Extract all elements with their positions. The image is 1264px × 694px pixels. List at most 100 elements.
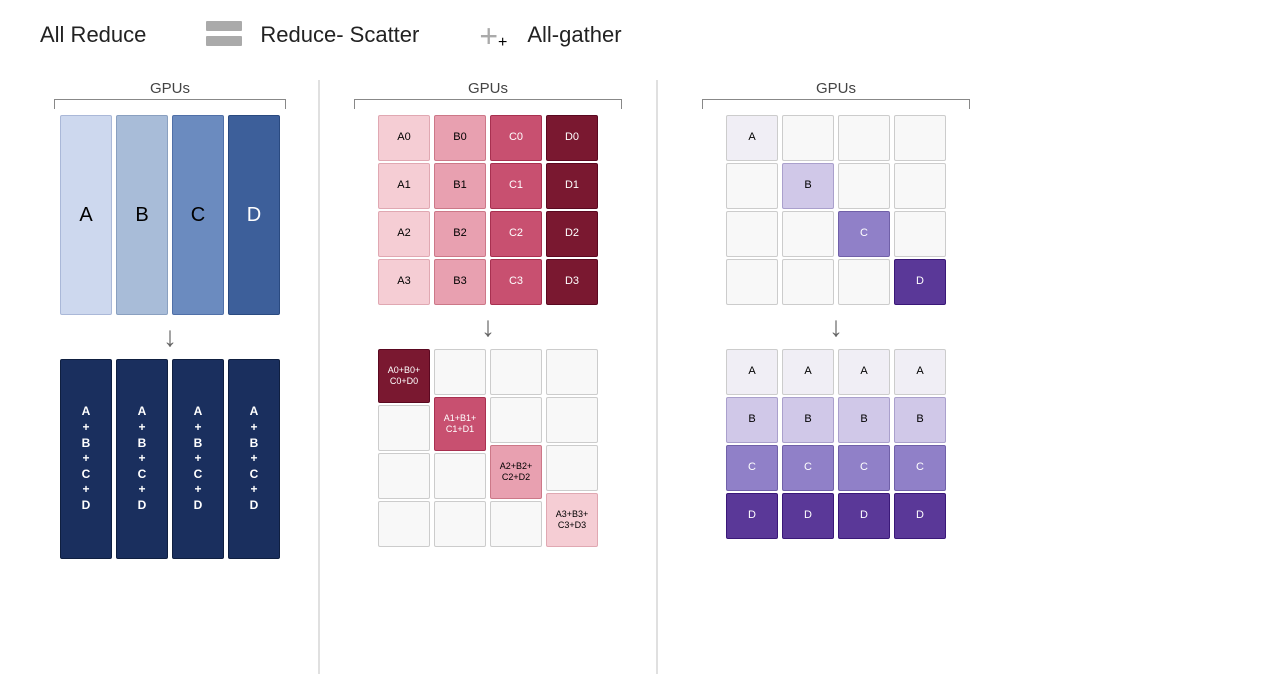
ag-res-3-c: C bbox=[894, 445, 946, 491]
ag-top-3-2 bbox=[894, 211, 946, 257]
header-item-all-reduce: All Reduce bbox=[40, 22, 146, 48]
reduce-scatter-label: Reduce- Scatter bbox=[260, 22, 419, 48]
ag-top-cols: A B C bbox=[726, 115, 946, 305]
rs-res-0-1 bbox=[378, 405, 430, 451]
all-reduce-gpus-bracket bbox=[54, 99, 286, 109]
all-gather-label: All-gather bbox=[527, 22, 621, 48]
all-reduce-col-a: A bbox=[60, 115, 112, 315]
ag-res-2-a: A bbox=[838, 349, 890, 395]
rs-res-1-1: A1+B1+ C1+D1 bbox=[434, 397, 486, 451]
ag-top-0-0: A bbox=[726, 115, 778, 161]
rs-res-3-0 bbox=[546, 349, 598, 395]
rs-cell-b0: B0 bbox=[434, 115, 486, 161]
all-reduce-col-d: D bbox=[228, 115, 280, 315]
rs-res-1-2 bbox=[434, 453, 486, 499]
rs-cell-c1: C1 bbox=[490, 163, 542, 209]
ag-res-1-c: C bbox=[782, 445, 834, 491]
ag-res-1-b: B bbox=[782, 397, 834, 443]
all-reduce-result-col-3: A + B + C + D bbox=[228, 359, 280, 559]
ag-result-col-0: A B C D bbox=[726, 349, 778, 539]
ag-top-col-2: C bbox=[838, 115, 890, 305]
ag-arrow: ↓ bbox=[829, 313, 843, 341]
all-reduce-arrow: ↓ bbox=[163, 323, 177, 351]
rs-cell-a2: A2 bbox=[378, 211, 430, 257]
ag-res-3-a: A bbox=[894, 349, 946, 395]
ag-gpus-bracket bbox=[702, 99, 970, 109]
all-reduce-gpus-label-container: GPUs bbox=[54, 80, 286, 109]
rs-cell-a1: A1 bbox=[378, 163, 430, 209]
ag-res-0-b: B bbox=[726, 397, 778, 443]
rs-res-1-3 bbox=[434, 501, 486, 547]
rs-cell-a0: A0 bbox=[378, 115, 430, 161]
rs-cell-d3: D3 bbox=[546, 259, 598, 305]
rs-res-1-0 bbox=[434, 349, 486, 395]
ag-res-2-b: B bbox=[838, 397, 890, 443]
rs-res-3-2 bbox=[546, 445, 598, 491]
ag-res-0-c: C bbox=[726, 445, 778, 491]
rs-col-d: D0 D1 D2 D3 bbox=[546, 115, 598, 305]
ag-top-1-0 bbox=[782, 115, 834, 161]
ag-top-3-3: D bbox=[894, 259, 946, 305]
all-reduce-top-cols: A B C D bbox=[60, 115, 280, 315]
ag-res-0-d: D bbox=[726, 493, 778, 539]
ag-top-3-0 bbox=[894, 115, 946, 161]
ag-res-2-c: C bbox=[838, 445, 890, 491]
rs-res-2-0 bbox=[490, 349, 542, 395]
ag-top-2-2: C bbox=[838, 211, 890, 257]
ag-result-col-3: A B C D bbox=[894, 349, 946, 539]
ag-gpus-label: GPUs bbox=[816, 80, 856, 97]
reduce-scatter-icon bbox=[206, 21, 242, 49]
rs-result-col-3: A3+B3+ C3+D3 bbox=[546, 349, 598, 547]
ag-top-1-3 bbox=[782, 259, 834, 305]
ag-res-3-d: D bbox=[894, 493, 946, 539]
all-reduce-col-b: B bbox=[116, 115, 168, 315]
rs-res-0-2 bbox=[378, 453, 430, 499]
all-gather-icon: + bbox=[479, 20, 509, 50]
all-reduce-result-col-2: A + B + C + D bbox=[172, 359, 224, 559]
rs-res-0-0: A0+B0+ C0+D0 bbox=[378, 349, 430, 403]
rs-gpus-label: GPUs bbox=[468, 80, 508, 97]
rs-res-2-2: A2+B2+ C2+D2 bbox=[490, 445, 542, 499]
rs-cell-b3: B3 bbox=[434, 259, 486, 305]
ag-result-col-2: A B C D bbox=[838, 349, 890, 539]
ag-top-2-3 bbox=[838, 259, 890, 305]
rs-cell-a3: A3 bbox=[378, 259, 430, 305]
rs-col-c: C0 C1 C2 C3 bbox=[490, 115, 542, 305]
ag-top-1-1: B bbox=[782, 163, 834, 209]
ag-top-0-2 bbox=[726, 211, 778, 257]
ag-top-2-0 bbox=[838, 115, 890, 161]
header-row: All Reduce Reduce- Scatter + All-gather bbox=[30, 20, 1234, 50]
rs-col-a: A0 A1 A2 A3 bbox=[378, 115, 430, 305]
main-row: GPUs A B C D ↓ A + B + C + D A + B + C +… bbox=[30, 80, 1234, 674]
bar-top bbox=[206, 21, 242, 31]
divider-2 bbox=[656, 80, 658, 674]
rs-result-col-2: A2+B2+ C2+D2 bbox=[490, 349, 542, 547]
rs-result-col-1: A1+B1+ C1+D1 bbox=[434, 349, 486, 547]
rs-res-2-1 bbox=[490, 397, 542, 443]
all-reduce-col-c: C bbox=[172, 115, 224, 315]
ag-result-cols: A B C D A B C D A B C D bbox=[726, 349, 946, 539]
ag-top-col-3: D bbox=[894, 115, 946, 305]
header-item-reduce-scatter: Reduce- Scatter bbox=[206, 21, 419, 49]
ag-top-col-0: A bbox=[726, 115, 778, 305]
rs-result-cols: A0+B0+ C0+D0 A1+B1+ C1+D1 A2+B2+ C2+D2 bbox=[378, 349, 598, 547]
rs-result-col-0: A0+B0+ C0+D0 bbox=[378, 349, 430, 547]
header-item-all-gather: + All-gather bbox=[479, 20, 621, 50]
all-reduce-result-col-1: A + B + C + D bbox=[116, 359, 168, 559]
ag-top-col-1: B bbox=[782, 115, 834, 305]
rs-cell-d0: D0 bbox=[546, 115, 598, 161]
rs-res-3-1 bbox=[546, 397, 598, 443]
rs-gpus-label-container: GPUs bbox=[354, 80, 622, 109]
rs-cell-c3: C3 bbox=[490, 259, 542, 305]
ag-res-1-d: D bbox=[782, 493, 834, 539]
rs-res-2-3 bbox=[490, 501, 542, 547]
rs-gpus-bracket bbox=[354, 99, 622, 109]
rs-cell-b1: B1 bbox=[434, 163, 486, 209]
rs-cell-c0: C0 bbox=[490, 115, 542, 161]
rs-cell-d1: D1 bbox=[546, 163, 598, 209]
ag-top-0-3 bbox=[726, 259, 778, 305]
ag-gpus-label-container: GPUs bbox=[702, 80, 970, 109]
rs-res-0-3 bbox=[378, 501, 430, 547]
reduce-scatter-section: GPUs A0 A1 A2 A3 B0 B1 B2 B3 bbox=[328, 80, 648, 674]
ag-res-0-a: A bbox=[726, 349, 778, 395]
